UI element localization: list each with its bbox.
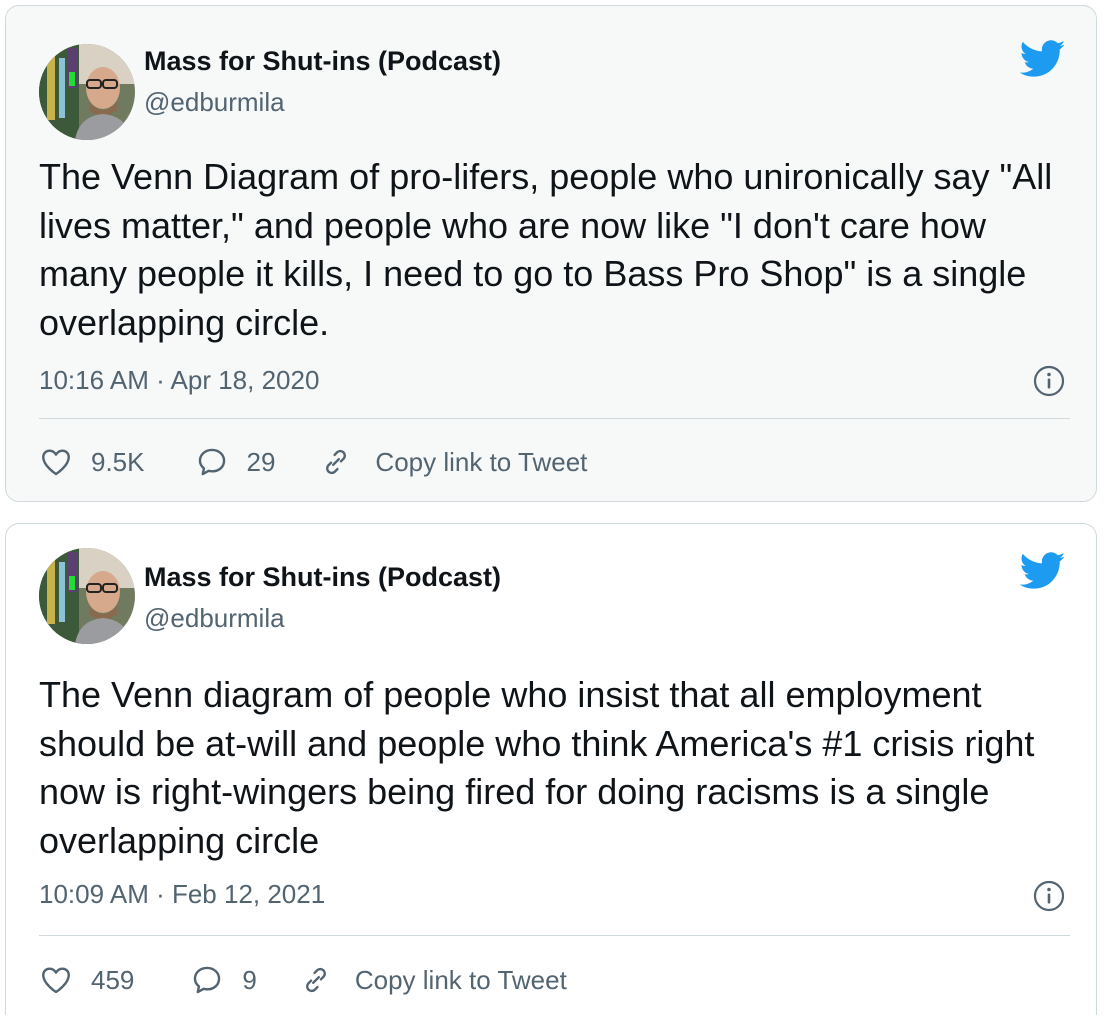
reply-button[interactable]: 9 [190, 963, 257, 997]
reply-icon [194, 966, 221, 994]
link-icon [305, 967, 326, 993]
reply-count: 9 [242, 964, 257, 995]
like-count: 9.5K [91, 446, 145, 477]
avatar[interactable] [39, 548, 135, 644]
like-button[interactable]: 459 [39, 963, 134, 997]
reply-count: 29 [246, 446, 276, 477]
tweet-timestamp[interactable]: 10:09 AM · Feb 12, 2021 [39, 877, 325, 911]
heart-icon [42, 967, 70, 994]
info-icon[interactable] [1033, 880, 1065, 912]
copy-link-button[interactable]: Copy link to Tweet [319, 445, 587, 479]
tweet-actions: 459 9 Copy link to Tweet [39, 960, 567, 1000]
heart-icon [42, 449, 70, 476]
tweet-card[interactable]: Mass for Shut-ins (Podcast) @edburmila T… [5, 523, 1097, 1015]
avatar[interactable] [39, 44, 135, 140]
copy-link-label: Copy link to Tweet [375, 446, 588, 477]
link-icon [326, 449, 347, 475]
tweet-actions: 9.5K 29 Copy link to Tweet [39, 442, 587, 482]
copy-link-button[interactable]: Copy link to Tweet [299, 963, 567, 997]
reply-icon [198, 448, 225, 476]
tweet-text: The Venn diagram of people who insist th… [39, 674, 1035, 861]
like-count: 459 [91, 964, 135, 995]
like-button[interactable]: 9.5K [39, 445, 145, 479]
divider [39, 935, 1070, 936]
reply-button[interactable]: 29 [195, 445, 276, 479]
author-name[interactable]: Mass for Shut-ins (Podcast) [144, 44, 501, 78]
author-handle[interactable]: @edburmila [144, 602, 285, 634]
twitter-bird-icon[interactable] [1020, 552, 1066, 590]
twitter-bird-icon[interactable] [1020, 40, 1066, 78]
author-name[interactable]: Mass for Shut-ins (Podcast) [144, 560, 501, 594]
tweet-text: The Venn Diagram of pro-lifers, people w… [39, 156, 1053, 343]
info-icon[interactable] [1033, 365, 1065, 397]
divider [39, 418, 1070, 419]
author-handle[interactable]: @edburmila [144, 86, 285, 118]
tweet-card[interactable]: Mass for Shut-ins (Podcast) @edburmila T… [5, 5, 1097, 502]
copy-link-label: Copy link to Tweet [354, 964, 567, 995]
tweet-timestamp[interactable]: 10:16 AM · Apr 18, 2020 [39, 363, 319, 397]
